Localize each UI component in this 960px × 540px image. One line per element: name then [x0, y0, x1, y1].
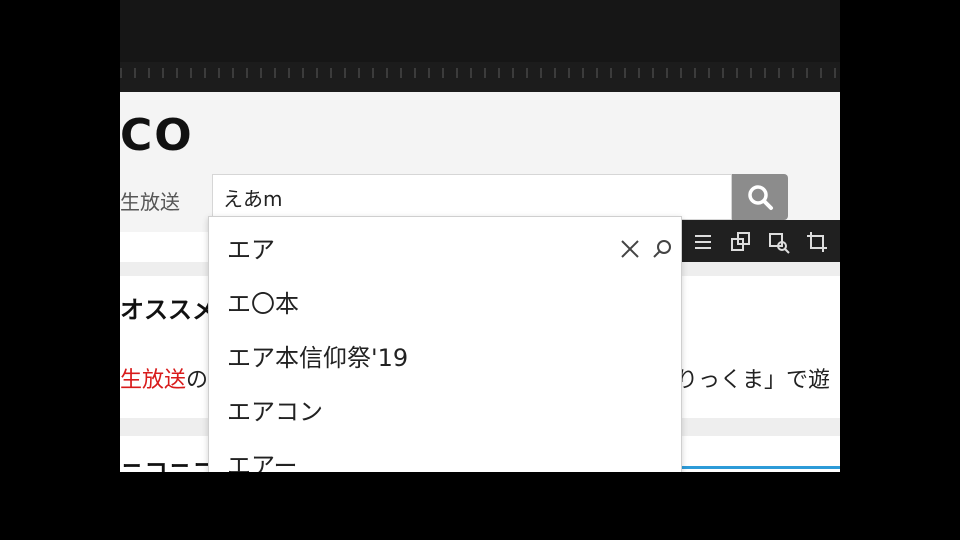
section-title: オススメ	[120, 296, 216, 324]
suggestion-item[interactable]: エア	[209, 223, 681, 277]
letterbox-right	[840, 0, 960, 540]
suggestion-item[interactable]: エ〇本	[209, 277, 681, 331]
suggestion-label: エアコン	[227, 398, 323, 426]
magnifier-icon[interactable]	[651, 238, 673, 260]
list-icon[interactable]	[690, 230, 716, 254]
letterbox-bottom	[120, 472, 840, 540]
nav-live-link[interactable]: 生放送	[120, 186, 180, 215]
crop-icon[interactable]	[804, 230, 830, 254]
accent-line	[680, 466, 840, 469]
search-icon	[748, 185, 773, 210]
player-toolbar	[680, 220, 840, 264]
live-suffix: の	[186, 368, 209, 393]
search-input[interactable]	[223, 181, 723, 213]
bookmark-items	[120, 68, 840, 78]
suggestion-item[interactable]: エアコン	[209, 385, 681, 439]
close-icon[interactable]	[619, 238, 641, 260]
feature-text: りっくま」で遊	[676, 368, 831, 393]
site-logo[interactable]: CO	[120, 114, 194, 158]
suggestion-item[interactable]: エア本信仰祭'19	[209, 331, 681, 385]
letterbox-left	[0, 0, 120, 540]
search-button[interactable]	[732, 174, 788, 220]
live-link[interactable]: 生放送	[120, 368, 186, 393]
search-box[interactable]	[212, 174, 732, 220]
playlist-icon[interactable]	[766, 230, 792, 254]
suggestion-label: エア本信仰祭'19	[227, 344, 409, 372]
live-info-line: 生放送の	[120, 362, 208, 394]
suggestion-label: エ〇本	[227, 290, 299, 318]
copy-icon[interactable]	[728, 230, 754, 254]
screen-capture: CO 生放送 えあm オススメ 生放送の りっくま」で遊 ニコニコ エア エ〇本…	[120, 0, 840, 540]
section-title-2: ニコニコ	[120, 458, 216, 472]
search-suggestions: エア エ〇本 エア本信仰祭'19 エアコン エアー	[208, 216, 682, 478]
suggestion-label: エア	[227, 236, 275, 264]
browser-bookmarks-strip	[120, 62, 840, 92]
